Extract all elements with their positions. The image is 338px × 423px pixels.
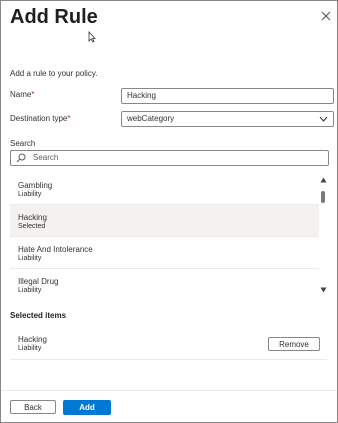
selected-items-title: Selected items [10, 311, 67, 320]
add-rule-panel: Add Rule Add a rule to your policy. Name… [0, 0, 338, 423]
mouse-cursor-icon [88, 31, 96, 43]
scrollbar-thumb[interactable] [321, 191, 325, 203]
list-item-name: Hate And Intolerance [18, 245, 93, 254]
list-item-status: Liability [18, 191, 42, 198]
destination-type-select[interactable]: webCategory [121, 111, 334, 127]
required-mark: * [67, 114, 71, 123]
list-scrollbar[interactable] [319, 175, 328, 297]
list-item-name: Gambling [18, 181, 53, 190]
destination-type-label: Destination type* [10, 114, 71, 123]
selected-item-name: Hacking [18, 335, 47, 344]
search-label: Search [10, 139, 36, 148]
add-button[interactable]: Add [63, 400, 111, 415]
panel-title: Add Rule [10, 6, 98, 28]
scroll-up-icon[interactable] [320, 177, 327, 183]
list-item-name: Illegal Drug [18, 277, 59, 286]
required-mark: * [31, 90, 35, 99]
list-item-status: Liability [18, 287, 42, 294]
search-icon [16, 153, 26, 163]
chevron-down-icon [319, 116, 328, 122]
list-item[interactable]: Hate And Intolerance Liability [10, 237, 319, 269]
name-label: Name* [10, 90, 35, 99]
name-input[interactable]: Hacking [121, 88, 334, 104]
close-icon[interactable] [319, 9, 333, 23]
category-list: Gambling Liability Hacking Selected Hate… [10, 173, 328, 297]
selected-item-status: Liability [18, 345, 42, 352]
back-button[interactable]: Back [10, 400, 56, 414]
list-item[interactable]: Illegal Drug Liability [10, 269, 319, 297]
list-item-name: Hacking [18, 213, 47, 222]
list-item-status: Liability [18, 255, 42, 262]
remove-button[interactable]: Remove [268, 337, 320, 351]
list-item[interactable]: Gambling Liability [10, 173, 319, 205]
list-item-status: Selected [18, 223, 46, 230]
list-item[interactable]: Hacking Selected [10, 205, 319, 237]
scroll-down-icon[interactable] [320, 287, 327, 293]
intro-text: Add a rule to your policy. [10, 69, 98, 78]
selected-item: Hacking Liability Remove [10, 331, 327, 360]
footer-divider [1, 390, 337, 391]
search-input[interactable]: Search [10, 150, 329, 166]
search-placeholder: Search [33, 153, 59, 162]
